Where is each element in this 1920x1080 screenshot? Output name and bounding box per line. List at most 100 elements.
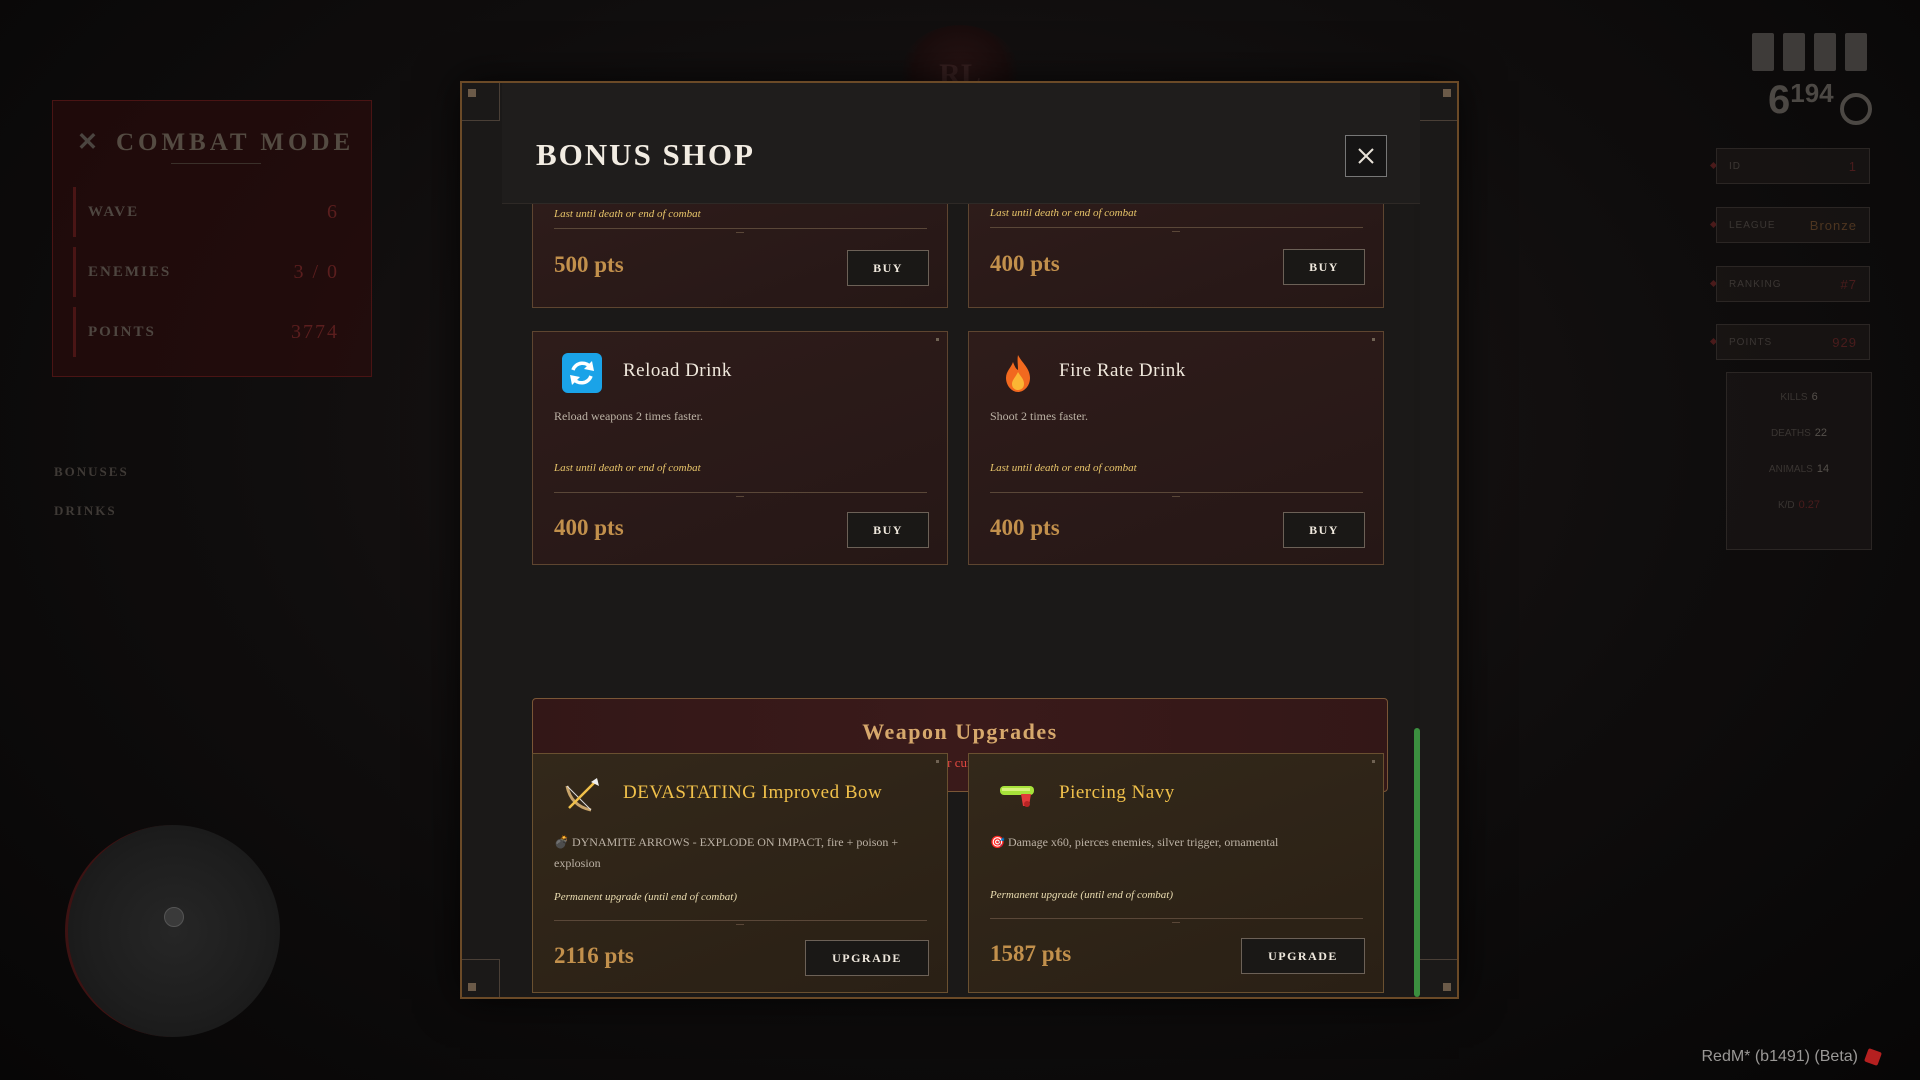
stat-id: ID 1: [1716, 148, 1870, 184]
stat-kd: K/D 0.27: [1777, 499, 1821, 511]
combat-row-wave: WAVE 6: [73, 187, 351, 237]
card-divider: [554, 920, 927, 925]
redm-logo-icon: [1864, 1047, 1882, 1066]
card-description: Shoot 2 times faster.: [990, 409, 1088, 423]
shop-card: Last until death or end of combat 500 pt…: [532, 203, 948, 308]
section-title: Weapon Upgrades: [862, 719, 1058, 744]
card-ornament: [936, 338, 939, 341]
stat-label: RANKING: [1729, 278, 1782, 290]
card-note: Permanent upgrade (until end of combat): [554, 891, 737, 903]
card-ornament: [936, 760, 939, 763]
stat-value: 929: [1832, 334, 1857, 350]
upgrade-button[interactable]: UPGRADE: [1241, 938, 1365, 974]
bonus-shop-modal: BONUS SHOP Last until death or end of co…: [460, 81, 1459, 999]
card-description: Reload weapons 2 times faster.: [554, 409, 703, 423]
card-title: Reload Drink: [623, 360, 732, 381]
card-note: Last until death or end of combat: [990, 207, 1137, 219]
buy-button[interactable]: BUY: [847, 512, 929, 548]
score-display: 6194: [1768, 78, 1872, 125]
card-price: 2116 pts: [554, 943, 634, 968]
crossed-swords-icon: ✕: [77, 129, 102, 156]
minimap: [65, 825, 280, 1037]
card-title: Fire Rate Drink: [1059, 360, 1186, 381]
stat-kills: KILLS 6: [1780, 391, 1818, 403]
card-price: 400 pts: [990, 251, 1060, 276]
bar: [1783, 33, 1805, 71]
row-label: WAVE: [88, 203, 140, 220]
card-price: 1587 pts: [990, 941, 1072, 966]
player-marker-icon: [164, 907, 184, 927]
combat-mode-panel: ✕ COMBAT MODE WAVE 6 ENEMIES 3 / 0 POINTS…: [52, 100, 372, 377]
drinks-link[interactable]: DRINKS: [54, 503, 117, 519]
buy-button[interactable]: BUY: [847, 250, 929, 286]
modal-header: BONUS SHOP: [502, 83, 1420, 204]
bonuses-link[interactable]: BONUSES: [54, 464, 129, 480]
stat-ranking: RANKING #7: [1716, 266, 1870, 302]
card-divider: [990, 918, 1363, 923]
corner-ornament: [462, 959, 500, 997]
shop-card-reload-drink: Reload Drink Reload weapons 2 times fast…: [532, 331, 948, 565]
buy-button[interactable]: BUY: [1283, 249, 1365, 285]
fire-icon: [1006, 355, 1030, 392]
shop-card: Last until death or end of combat 400 pt…: [968, 203, 1384, 308]
divider: [171, 163, 261, 164]
card-divider: [554, 492, 927, 497]
shop-card-improved-bow: DEVASTATING Improved Bow 💣 DYNAMITE ARRO…: [532, 753, 948, 993]
bar: [1845, 33, 1867, 71]
upgrade-button[interactable]: UPGRADE: [805, 940, 929, 976]
combat-row-points: POINTS 3774: [73, 307, 351, 357]
score-main: 6: [1768, 78, 1791, 122]
stat-value: #7: [1840, 276, 1857, 292]
row-label: ENEMIES: [88, 263, 172, 280]
stat-label: LEAGUE: [1729, 219, 1776, 231]
score-sup: 194: [1790, 78, 1834, 108]
stat-label: POINTS: [1729, 336, 1773, 348]
scrollbar-thumb[interactable]: [1414, 728, 1420, 997]
stat-label: ID: [1729, 160, 1741, 172]
buy-button[interactable]: BUY: [1283, 512, 1365, 548]
stat-points: POINTS 929: [1716, 324, 1870, 360]
close-button[interactable]: [1345, 135, 1387, 177]
card-price: 500 pts: [554, 252, 624, 277]
card-title: DEVASTATING Improved Bow: [623, 782, 883, 803]
card-ornament: [1372, 760, 1375, 763]
card-price: 400 pts: [554, 515, 624, 540]
target-icon: [1839, 92, 1872, 125]
card-note: Last until death or end of combat: [554, 462, 701, 474]
row-label: POINTS: [88, 323, 156, 340]
card-price: 400 pts: [990, 515, 1060, 540]
stat-league: LEAGUE Bronze: [1716, 207, 1870, 243]
card-note: Permanent upgrade (until end of combat): [990, 889, 1173, 901]
reload-icon: [562, 353, 602, 393]
shop-scroll-area[interactable]: Last until death or end of combat 500 pt…: [502, 203, 1420, 997]
card-title: Piercing Navy: [1059, 782, 1175, 803]
close-icon: [1358, 148, 1374, 164]
stat-value: 1: [1848, 158, 1857, 174]
player-stats-panel: KILLS 6 DEATHS 22 ANIMALS 14 K/D 0.27: [1726, 372, 1872, 550]
row-value: 3774: [291, 320, 339, 343]
card-divider: [554, 228, 927, 233]
corner-ornament: [1419, 959, 1457, 997]
shop-card-fire-rate-drink: Fire Rate Drink Shoot 2 times faster. La…: [968, 331, 1384, 565]
combat-mode-title: ✕ COMBAT MODE: [77, 129, 355, 156]
stat-animals: ANIMALS 14: [1768, 463, 1830, 475]
card-description: 🎯 Damage x60, pierces enemies, silver tr…: [990, 835, 1279, 849]
modal-title: BONUS SHOP: [536, 137, 755, 172]
card-ornament: [1372, 338, 1375, 341]
stat-value: Bronze: [1809, 217, 1857, 233]
card-description: 💣 DYNAMITE ARROWS - EXPLODE ON IMPACT, f…: [554, 835, 899, 870]
bow-icon: [565, 778, 599, 812]
stat-deaths: DEATHS 22: [1770, 427, 1828, 439]
row-value: 6: [327, 200, 339, 223]
version-label: RedM* (b1491) (Beta): [1701, 1047, 1882, 1066]
corner-ornament: [1419, 83, 1457, 121]
bar: [1752, 33, 1774, 71]
shop-card-piercing-navy: Piercing Navy 🎯 Damage x60, pierces enem…: [968, 753, 1384, 993]
pistol-icon: [1000, 786, 1034, 807]
card-divider: [990, 492, 1363, 497]
ammo-bars: [1752, 33, 1867, 71]
combat-row-enemies: ENEMIES 3 / 0: [73, 247, 351, 297]
card-divider: [990, 227, 1363, 232]
corner-ornament: [462, 83, 500, 121]
bar: [1814, 33, 1836, 71]
